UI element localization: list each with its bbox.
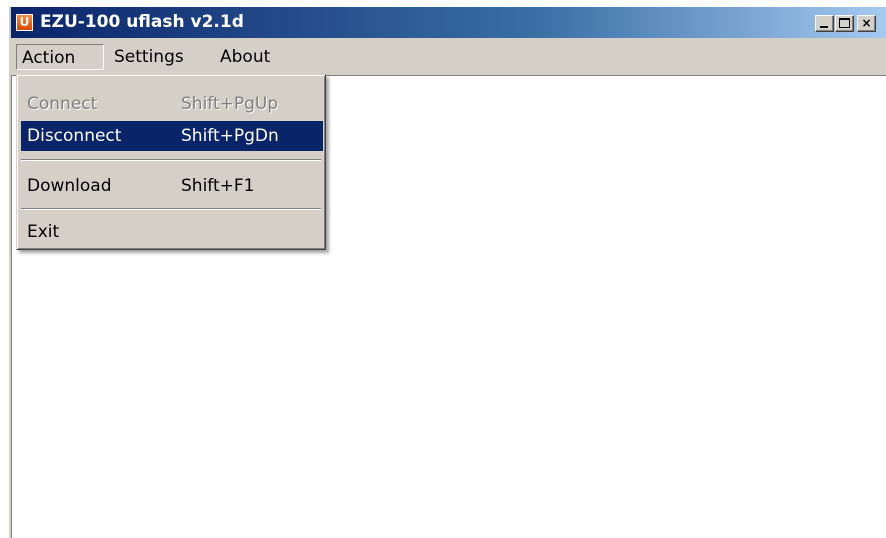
menu-action[interactable]: Action bbox=[16, 44, 104, 70]
app-window: U EZU-100 uflash v2.1d × Action Settings… bbox=[9, 7, 886, 538]
close-button[interactable]: × bbox=[857, 15, 876, 32]
title-bar[interactable]: U EZU-100 uflash v2.1d × bbox=[11, 7, 886, 38]
menu-separator bbox=[21, 208, 321, 210]
menu-bar: Action Settings About bbox=[11, 38, 886, 75]
menu-item-shortcut: Shift+PgDn bbox=[181, 126, 279, 146]
menu-item-disconnect[interactable]: Disconnect Shift+PgDn bbox=[21, 121, 323, 151]
window-title: EZU-100 uflash v2.1d bbox=[40, 12, 244, 32]
menu-item-connect[interactable]: Connect Shift+PgUp bbox=[21, 89, 323, 119]
minimize-icon bbox=[820, 26, 828, 28]
minimize-button[interactable] bbox=[815, 15, 834, 32]
menu-item-label: Exit bbox=[27, 222, 60, 242]
close-icon: × bbox=[861, 16, 872, 30]
menu-item-exit[interactable]: Exit bbox=[21, 217, 323, 247]
menu-item-label: Download bbox=[27, 176, 112, 196]
menu-settings[interactable]: Settings bbox=[109, 44, 189, 70]
app-icon[interactable]: U bbox=[16, 14, 33, 31]
action-dropdown-menu: Connect Shift+PgUp Disconnect Shift+PgDn… bbox=[16, 74, 326, 250]
menu-item-label: Disconnect bbox=[27, 126, 122, 146]
menu-item-label: Connect bbox=[27, 94, 98, 114]
menu-item-download[interactable]: Download Shift+F1 bbox=[21, 171, 323, 201]
menu-item-shortcut: Shift+PgUp bbox=[181, 94, 279, 114]
maximize-icon bbox=[839, 18, 850, 28]
menu-separator bbox=[21, 159, 321, 161]
maximize-button[interactable] bbox=[835, 15, 854, 32]
menu-about[interactable]: About bbox=[215, 44, 275, 70]
menu-item-shortcut: Shift+F1 bbox=[181, 176, 255, 196]
